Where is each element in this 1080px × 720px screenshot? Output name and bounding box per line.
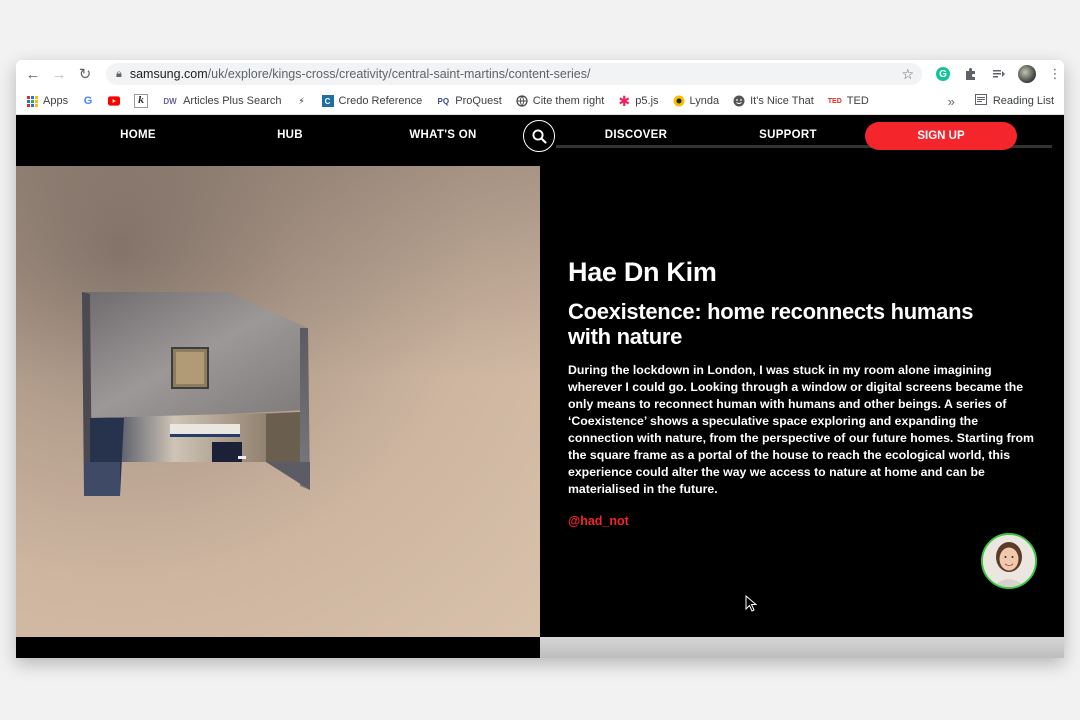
site-navigation: HOME HUB WHAT'S ON DISCOVER SUPPORT SIGN…	[16, 115, 1064, 157]
sign-up-button[interactable]: SIGN UP	[865, 122, 1017, 150]
bookmark-apps[interactable]: Apps	[26, 95, 68, 107]
work-description: During the lockdown in London, I was stu…	[568, 363, 1034, 496]
youtube-icon	[108, 95, 121, 107]
apps-grid-icon	[26, 95, 38, 107]
bolt-icon: ⚡︎	[298, 95, 305, 106]
nav-discover[interactable]: DISCOVER	[586, 129, 686, 141]
extensions-area: G ⋮	[932, 63, 1064, 85]
bookmark-label: Articles Plus Search	[183, 95, 282, 107]
globe-icon	[516, 95, 528, 107]
mouse-cursor-icon	[745, 595, 757, 612]
reading-list-icon	[974, 94, 987, 108]
bookmark-label: Cite them right	[532, 95, 605, 107]
puzzle-icon[interactable]	[960, 63, 982, 85]
reload-icon[interactable]: ↻	[72, 61, 98, 87]
artist-handle-link[interactable]: @had_not	[568, 514, 629, 528]
bookmark-articles-plus[interactable]: DW Articles Plus Search	[162, 95, 281, 107]
bookmark-label: Credo Reference	[338, 95, 423, 107]
person-avatar-icon	[983, 535, 1035, 587]
proquest-icon: PQ	[437, 96, 450, 106]
back-arrow-icon[interactable]: ←	[20, 61, 46, 87]
bookmark-p5js[interactable]: ✱ p5.js	[618, 92, 659, 109]
url-path: /uk/explore/kings-cross/creativity/centr…	[207, 67, 591, 81]
bookmark-google[interactable]: G	[82, 95, 94, 107]
bookmark-cite-them-right[interactable]: Cite them right	[516, 95, 605, 107]
address-bar[interactable]: 🔒︎ samsung.com/uk/explore/kings-cross/cr…	[106, 63, 922, 85]
bookmark-label: p5.js	[635, 95, 659, 107]
bookmarks-right: » Reading List	[948, 88, 1054, 114]
smiley-icon	[733, 95, 745, 107]
chat-avatar-button[interactable]	[981, 533, 1037, 589]
browser-toolbar: ← → ↻ 🔒︎ samsung.com/uk/explore/kings-cr…	[16, 60, 1064, 88]
bookmark-label: Lynda	[689, 95, 720, 107]
bookmark-label: ProQuest	[455, 95, 502, 107]
grammarly-icon[interactable]: G	[932, 63, 954, 85]
url-text: samsung.com/uk/explore/kings-cross/creat…	[130, 67, 591, 81]
work-title: Coexistence: home reconnects humans with…	[568, 299, 974, 349]
reading-list-button[interactable]: Reading List	[974, 94, 1054, 108]
bookmark-label: Apps	[43, 95, 69, 107]
search-button[interactable]	[523, 120, 555, 152]
media-queue-icon[interactable]	[988, 63, 1010, 85]
bookmark-youtube[interactable]	[108, 95, 121, 107]
bookmark-its-nice-that[interactable]: It's Nice That	[733, 95, 814, 107]
k-icon: k	[134, 94, 149, 108]
bookmarks-overflow-chevron[interactable]: »	[948, 94, 955, 109]
bookmark-bolt[interactable]: ⚡︎	[296, 95, 308, 107]
nav-support[interactable]: SUPPORT	[738, 129, 838, 141]
bookmark-star-icon[interactable]: ☆	[901, 66, 914, 83]
profile-avatar[interactable]	[1016, 63, 1038, 85]
nav-hub[interactable]: HUB	[250, 129, 330, 141]
ted-icon: TED	[827, 97, 842, 105]
credo-icon: C	[321, 95, 334, 107]
next-section-preview	[540, 637, 1064, 658]
house-render-illustration	[82, 292, 310, 496]
forward-arrow-icon[interactable]: →	[46, 61, 72, 87]
lynda-icon	[673, 95, 685, 107]
bookmark-k[interactable]: k	[134, 94, 149, 108]
url-host: samsung.com	[129, 67, 208, 81]
google-icon: G	[83, 95, 93, 107]
nav-home[interactable]: HOME	[98, 129, 178, 141]
reading-list-label: Reading List	[992, 95, 1054, 107]
bookmark-ted[interactable]: TED TED	[828, 95, 869, 107]
asterisk-icon: ✱	[618, 92, 631, 109]
bookmark-credo[interactable]: C Credo Reference	[321, 95, 423, 107]
lock-icon: 🔒︎	[116, 67, 122, 80]
artwork-image	[16, 166, 540, 638]
bookmarks-bar: Apps G k DW Articles Plus Search ⚡︎ C Cr…	[16, 88, 1064, 115]
artist-name: Hae Dn Kim	[568, 257, 717, 287]
bookmark-lynda[interactable]: Lynda	[673, 95, 720, 107]
menu-dots-icon[interactable]: ⋮	[1044, 63, 1064, 85]
dw-icon: DW	[163, 96, 177, 106]
search-icon	[531, 128, 547, 144]
bookmark-label: It's Nice That	[750, 95, 814, 107]
bookmark-label: TED	[846, 95, 869, 107]
page-bottom-band	[16, 637, 540, 658]
web-page: HOME HUB WHAT'S ON DISCOVER SUPPORT SIGN…	[16, 115, 1064, 658]
browser-window: ← → ↻ 🔒︎ samsung.com/uk/explore/kings-cr…	[16, 60, 1064, 658]
bookmark-proquest[interactable]: PQ ProQuest	[436, 95, 502, 107]
nav-whats-on[interactable]: WHAT'S ON	[393, 129, 493, 141]
